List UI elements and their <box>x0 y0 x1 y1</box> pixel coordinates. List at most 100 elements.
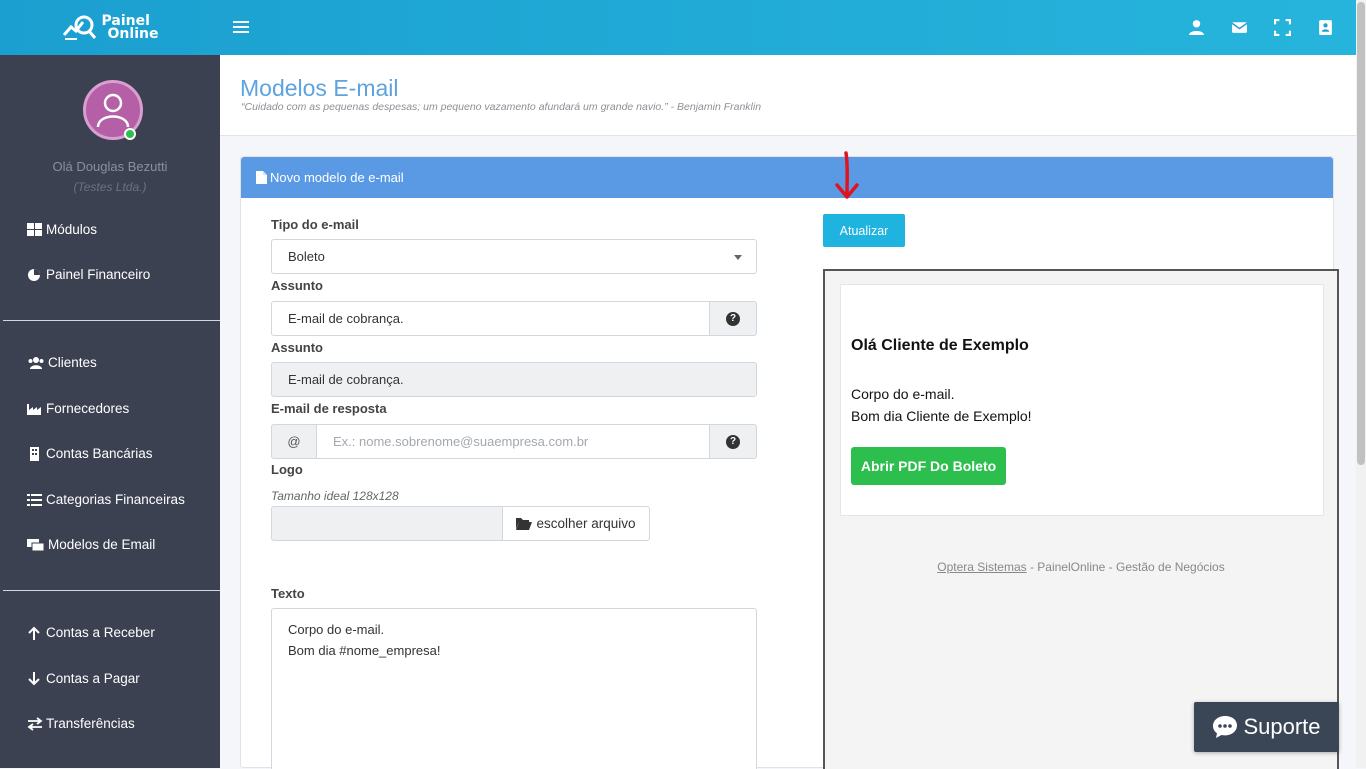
choose-file-button[interactable]: escolher arquivo <box>502 506 650 541</box>
brand-line2: Online <box>107 25 159 42</box>
preview-open-pdf-button[interactable]: Abrir PDF Do Boleto <box>851 447 1006 485</box>
sidebar-item-transferencias[interactable]: Transferências <box>27 716 135 731</box>
texto-line: Bom dia #nome_empresa! <box>288 643 441 658</box>
sidebar-item-clientes[interactable]: Clientes <box>27 355 97 370</box>
sidebar-item-label: Painel Financeiro <box>46 267 151 282</box>
reply-email-label: E-mail de resposta <box>271 401 387 416</box>
tipo-label: Tipo do e-mail <box>271 217 359 232</box>
brand-logo[interactable]: Painel Online <box>0 0 220 55</box>
preview-body: Corpo do e-mail. Bom dia Cliente de Exem… <box>851 383 1032 427</box>
tipo-select-value: Boleto <box>288 249 325 264</box>
sidebar-item-label: Transferências <box>46 716 135 731</box>
sidebar-item-categorias-financeiras[interactable]: Categorias Financeiras <box>27 492 185 507</box>
arrow-up-icon <box>28 626 40 640</box>
arrow-down-icon <box>28 671 40 685</box>
user-greeting: Olá Douglas Bezutti <box>52 159 168 174</box>
menu-toggle-button[interactable] <box>233 18 249 36</box>
annotation-arrow-icon <box>835 151 859 199</box>
at-sign-text: @ <box>287 434 301 449</box>
support-label: Suporte <box>1243 714 1321 739</box>
preview-footer-link[interactable]: Optera Sistemas <box>937 560 1026 574</box>
sidebar-divider <box>3 320 220 321</box>
sidebar-item-label: Categorias Financeiras <box>46 492 185 507</box>
page-header: Modelos E-mail “Cuidado com as pequenas … <box>220 55 1356 136</box>
preview-footer: Optera Sistemas - PainelOnline - Gestão … <box>825 560 1337 574</box>
sidebar: Olá Douglas Bezutti (Testes Ltda.) Módul… <box>0 55 220 768</box>
assunto-readonly-field: E-mail de cobrança. <box>271 362 757 397</box>
sidebar-item-contas-a-pagar[interactable]: Contas a Pagar <box>27 671 140 686</box>
sidebar-divider <box>3 590 220 591</box>
support-button[interactable]: Suporte <box>1194 702 1339 752</box>
assunto2-label: Assunto <box>271 340 323 355</box>
envelopes-icon <box>27 538 45 551</box>
page-quote: “Cuidado com as pequenas despesas; um pe… <box>241 101 762 113</box>
sidebar-item-label: Clientes <box>48 355 97 370</box>
user-icon[interactable] <box>1188 19 1205 36</box>
assunto-input[interactable]: E-mail de cobrança. <box>271 301 711 336</box>
assunto-label: Assunto <box>271 278 323 293</box>
update-button[interactable]: Atualizar <box>823 214 905 247</box>
sidebar-item-modulos[interactable]: Módulos <box>27 222 97 237</box>
industry-icon <box>27 403 41 415</box>
sidebar-item-label: Contas Bancárias <box>46 446 153 461</box>
exchange-icon <box>27 716 43 731</box>
sidebar-item-fornecedores[interactable]: Fornecedores <box>27 401 129 416</box>
preview-body-line: Bom dia Cliente de Exemplo! <box>851 408 1032 424</box>
preview-title: Olá Cliente de Exemplo <box>851 337 1029 354</box>
page-scrollbar[interactable] <box>1356 0 1366 768</box>
sidebar-item-label: Contas a Pagar <box>46 671 140 686</box>
top-navbar: Painel Online <box>0 0 1356 55</box>
sidebar-item-label: Contas a Receber <box>46 625 155 640</box>
assunto-help-button[interactable]: ? <box>709 301 757 336</box>
brand-text: Painel Online <box>102 14 159 42</box>
reply-email-input[interactable]: Ex.: nome.sobrenome@suaempresa.com.br <box>316 424 711 459</box>
fullscreen-icon[interactable] <box>1274 19 1291 36</box>
scrollbar-thumb[interactable] <box>1357 2 1365 465</box>
grid-icon <box>27 222 42 236</box>
folder-open-icon <box>516 518 533 530</box>
tipo-select[interactable]: Boleto <box>271 239 757 274</box>
texto-label: Texto <box>271 586 305 601</box>
question-circle-icon: ? <box>726 434 740 449</box>
sidebar-item-label: Modelos de Email <box>48 537 156 552</box>
sidebar-item-label: Fornecedores <box>46 401 130 416</box>
envelope-icon[interactable] <box>1231 19 1248 36</box>
file-icon <box>256 171 267 184</box>
panel-header: Novo modelo de e-mail <box>241 157 1333 198</box>
user-company: (Testes Ltda.) <box>73 180 147 194</box>
pie-chart-icon <box>28 268 40 281</box>
logo-file-path[interactable] <box>271 506 504 541</box>
logo-label: Logo <box>271 462 303 477</box>
at-sign-addon: @ <box>271 424 317 459</box>
online-status-dot <box>124 128 136 140</box>
reply-email-placeholder: Ex.: nome.sobrenome@suaempresa.com.br <box>333 434 589 449</box>
preview-body-line: Corpo do e-mail. <box>851 386 955 402</box>
top-icons <box>1188 19 1334 36</box>
sidebar-item-modelos-de-email[interactable]: Modelos de Email <box>27 537 155 552</box>
page-title: Modelos E-mail <box>240 75 399 101</box>
user-avatar-icon <box>96 93 130 128</box>
sidebar-item-contas-bancarias[interactable]: Contas Bancárias <box>27 446 153 461</box>
email-preview: Olá Cliente de Exemplo Corpo do e-mail. … <box>823 269 1339 769</box>
question-circle-icon: ? <box>726 311 740 326</box>
main-content: Modelos E-mail “Cuidado com as pequenas … <box>220 55 1356 769</box>
list-icon <box>27 493 42 506</box>
sidebar-item-contas-a-receber[interactable]: Contas a Receber <box>27 625 155 640</box>
texto-line: Corpo do e-mail. <box>288 622 385 637</box>
assunto-readonly-value: E-mail de cobrança. <box>288 372 404 387</box>
logo-hint: Tamanho ideal 128x128 <box>271 489 399 503</box>
email-template-panel: Novo modelo de e-mail Tipo do e-mail Bol… <box>240 151 1339 769</box>
texto-textarea[interactable]: Corpo do e-mail. Bom dia #nome_empresa! <box>271 608 757 769</box>
assunto-input-value: E-mail de cobrança. <box>288 311 404 326</box>
logo-icon <box>62 15 96 40</box>
choose-file-label: escolher arquivo <box>536 516 636 531</box>
panel-title: Novo modelo de e-mail <box>270 170 404 185</box>
contacts-icon[interactable] <box>1317 19 1334 36</box>
users-icon <box>28 356 44 369</box>
sidebar-item-label: Módulos <box>46 222 98 237</box>
chevron-down-icon <box>734 255 742 260</box>
preview-card: Olá Cliente de Exemplo Corpo do e-mail. … <box>840 284 1324 516</box>
sidebar-item-painel-financeiro[interactable]: Painel Financeiro <box>27 267 150 282</box>
reply-email-help-button[interactable]: ? <box>709 424 757 459</box>
building-icon <box>30 446 39 461</box>
